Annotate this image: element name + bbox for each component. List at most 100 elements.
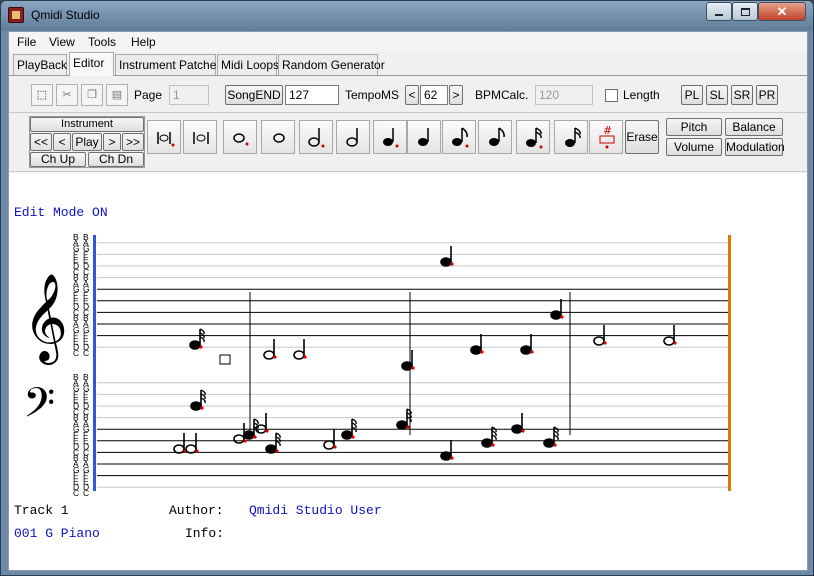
rewind-button[interactable]: <	[53, 133, 71, 151]
rest-mark[interactable]	[219, 354, 231, 365]
tempo-label: TempoMS	[345, 88, 400, 102]
treble-note-name: C	[83, 348, 89, 358]
sixteenth-note-dotted-button[interactable]	[516, 120, 550, 154]
page-label: Page	[134, 88, 163, 102]
svg-text:#: #	[603, 124, 612, 137]
forward-fast-button[interactable]: >>	[122, 133, 144, 151]
quarter-note[interactable]	[470, 334, 484, 355]
title-bar[interactable]: Qmidi Studio ✕	[1, 1, 813, 31]
tempo-field[interactable]: 62	[420, 85, 448, 105]
sixteenth-note[interactable]	[189, 328, 205, 350]
minimize-button[interactable]	[706, 2, 732, 21]
app-icon[interactable]	[8, 7, 24, 23]
maximize-button[interactable]	[732, 2, 758, 21]
minimize-icon	[715, 13, 723, 16]
menu-view[interactable]: View	[49, 35, 75, 49]
view-sl-button[interactable]: SL	[706, 85, 728, 105]
length-checkbox[interactable]	[605, 89, 618, 102]
quarter-note-button[interactable]	[407, 120, 441, 154]
quarter-note[interactable]	[440, 246, 454, 267]
forward-button[interactable]: >	[103, 133, 121, 151]
tab-random-generator[interactable]: Random Generator	[278, 54, 385, 75]
sixteenth-note[interactable]	[190, 389, 206, 411]
note-name-column: B BA AG GF FE ED DC CB BA AG GF FE ED DC CB BA AG GF FE ED D…	[73, 232, 90, 498]
rewind-fast-button[interactable]: <<	[30, 133, 52, 151]
view-sr-button[interactable]: SR	[731, 85, 753, 105]
pitch-button[interactable]: Pitch	[666, 118, 722, 136]
end-bar	[728, 235, 731, 491]
sixteenth-note[interactable]	[396, 408, 412, 430]
menu-tools[interactable]: Tools	[88, 35, 116, 49]
quarter-note[interactable]	[550, 299, 564, 320]
score-canvas[interactable]: Edit Mode ON BBAAGGFFEEDDCCBBAAGGFFEEDDC…	[9, 173, 807, 570]
whole-rest-button[interactable]	[183, 120, 217, 154]
eighth-note-button[interactable]	[478, 120, 512, 154]
channel-up-button[interactable]: Ch Up	[30, 152, 86, 167]
eighth-note-dotted-button[interactable]	[442, 120, 476, 154]
half-note-dotted-button[interactable]	[299, 120, 333, 154]
view-pl-button[interactable]: PL	[681, 85, 703, 105]
cut-button[interactable]: ✂	[56, 84, 78, 106]
quarter-note[interactable]	[520, 334, 534, 355]
menu-help[interactable]: Help	[131, 35, 156, 49]
view-pr-button[interactable]: PR	[756, 85, 778, 105]
close-button[interactable]: ✕	[758, 2, 806, 21]
quarter-note[interactable]	[440, 440, 454, 461]
bass-note-name: C	[73, 488, 79, 498]
half-note[interactable]	[173, 433, 187, 454]
play-button[interactable]: Play	[72, 133, 102, 151]
songend-field[interactable]: 127	[285, 85, 339, 105]
half-note[interactable]	[593, 325, 607, 346]
sixteenth-note[interactable]	[543, 426, 559, 448]
balance-button[interactable]: Balance	[725, 118, 783, 136]
half-note[interactable]	[293, 339, 307, 360]
tab-playback[interactable]: PlayBack	[13, 54, 67, 75]
staff-area[interactable]: B BA AG GF FE ED DC CB BA AG GF FE ED DC CB BA AG GF FE ED D…	[9, 173, 807, 570]
instrument-button[interactable]: Instrument	[30, 117, 144, 132]
select-tool-button[interactable]: ⬚	[31, 84, 53, 106]
bpm-field[interactable]: 120	[535, 85, 593, 105]
menu-file[interactable]: File	[17, 35, 36, 49]
tempo-increase-button[interactable]: >	[449, 85, 463, 105]
client-area: File View Tools Help PlayBack Editor Ins…	[8, 31, 808, 571]
whole-note-dotted-button[interactable]	[223, 120, 257, 154]
songend-button[interactable]: SongEND	[225, 85, 283, 105]
half-note[interactable]	[323, 429, 337, 450]
erase-button[interactable]: Erase	[625, 120, 659, 154]
whole-rest-dotted-button[interactable]	[147, 120, 181, 154]
half-note[interactable]	[663, 325, 677, 346]
author-value: Qmidi Studio User	[249, 503, 382, 518]
info-label: Info:	[185, 526, 225, 541]
eighth-note-dotted-icon	[452, 127, 469, 148]
tab-editor[interactable]: Editor	[69, 52, 114, 76]
volume-button[interactable]: Volume	[666, 138, 722, 156]
tab-midi-loops[interactable]: Midi Loops	[217, 54, 279, 75]
half-note-icon	[346, 128, 358, 147]
tempo-decrease-button[interactable]: <	[405, 85, 419, 105]
quarter-note[interactable]	[511, 413, 525, 434]
whole-rest-dotted-icon	[157, 132, 175, 147]
bpm-label: BPMCalc.	[475, 88, 529, 102]
bass-note-name: C	[83, 488, 89, 498]
page-field[interactable]: 1	[169, 85, 209, 105]
quarter-note-dotted-button[interactable]	[373, 120, 407, 154]
half-note[interactable]	[185, 433, 199, 454]
paste-button[interactable]: ▤	[106, 84, 128, 106]
paste-icon: ▤	[111, 89, 123, 101]
sharp-note-button[interactable]: #	[589, 120, 623, 154]
sixteenth-note[interactable]	[265, 432, 281, 454]
whole-note-dotted-icon	[233, 133, 249, 146]
whole-note-button[interactable]	[261, 120, 295, 154]
half-note[interactable]	[263, 339, 277, 360]
start-bar	[93, 235, 96, 491]
tab-instrument-patches[interactable]: Instrument Patches	[115, 54, 222, 75]
sixteenth-note-button[interactable]	[554, 120, 588, 154]
copy-button[interactable]: ❐	[81, 84, 103, 106]
half-note-button[interactable]	[336, 120, 370, 154]
sixteenth-note[interactable]	[481, 426, 497, 448]
sixteenth-note-icon	[565, 127, 581, 147]
quarter-note[interactable]	[401, 350, 415, 371]
modulation-button[interactable]: Modulation	[725, 138, 785, 156]
channel-down-button[interactable]: Ch Dn	[88, 152, 144, 167]
close-icon: ✕	[776, 3, 788, 19]
